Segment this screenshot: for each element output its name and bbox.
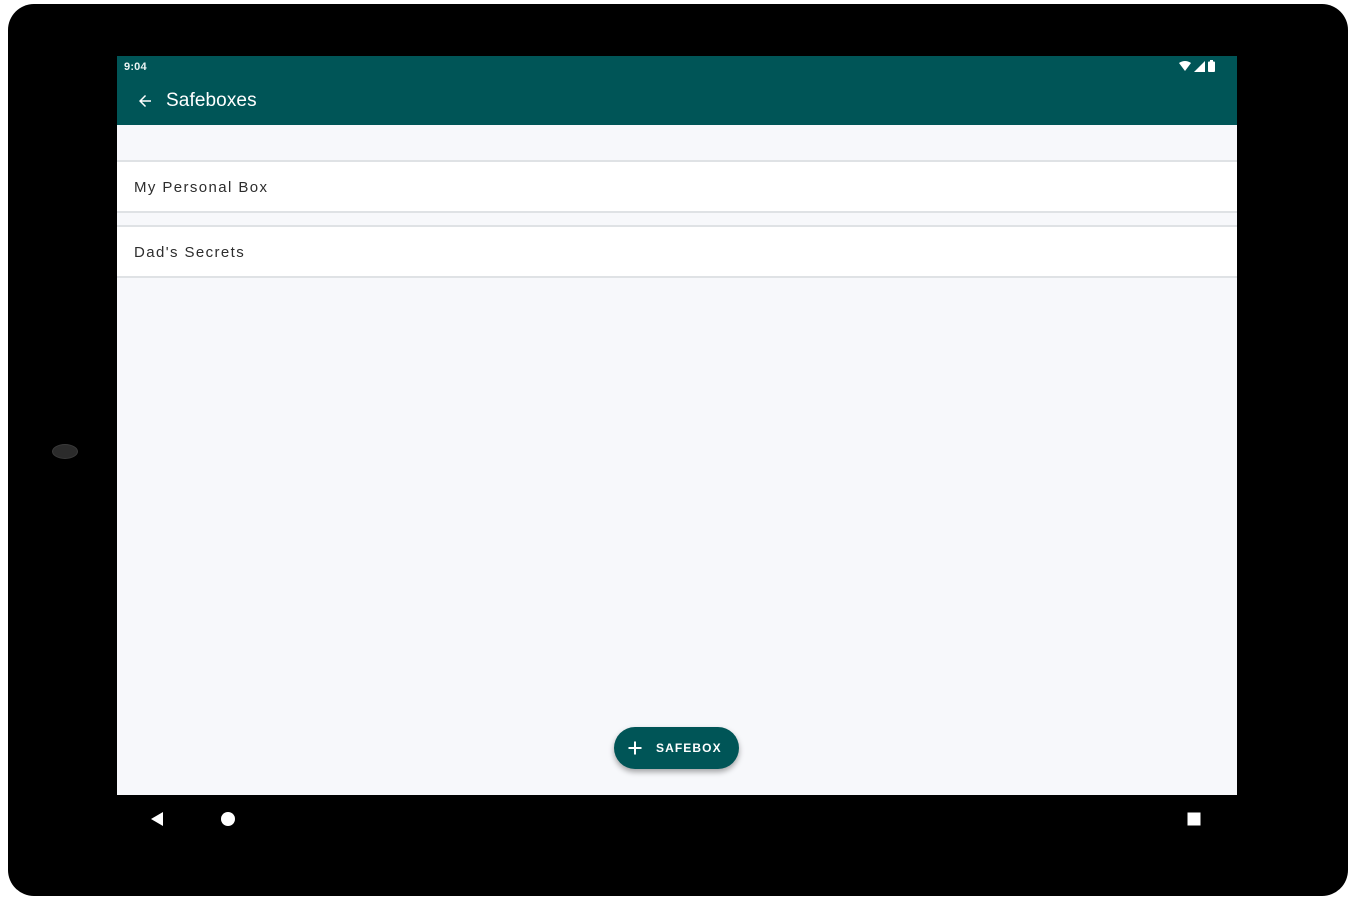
- battery-icon: [1208, 60, 1215, 72]
- add-safebox-button[interactable]: SAFEBOX: [614, 727, 739, 769]
- safebox-list: My Personal Box Dad's Secrets: [117, 160, 1237, 278]
- nav-home-icon: [221, 812, 235, 826]
- safebox-item[interactable]: My Personal Box: [117, 160, 1237, 213]
- front-camera: [52, 444, 78, 459]
- app-screen: 9:04 Safeboxes My Personal Box Dad's Sec…: [117, 56, 1237, 795]
- safebox-label: Dad's Secrets: [134, 244, 246, 261]
- safebox-label: My Personal Box: [134, 179, 269, 196]
- system-navigation-bar: [117, 795, 1237, 843]
- app-bar: Safeboxes: [117, 78, 1237, 125]
- add-safebox-label: SAFEBOX: [656, 741, 722, 755]
- system-back-button[interactable]: [145, 807, 169, 831]
- status-icons: [1179, 60, 1215, 72]
- nav-back-icon: [151, 812, 163, 826]
- status-time: 9:04: [124, 61, 147, 73]
- nav-recents-icon: [1187, 812, 1201, 826]
- system-recents-button[interactable]: [1182, 807, 1206, 831]
- system-home-button[interactable]: [216, 807, 240, 831]
- status-bar: 9:04: [117, 56, 1237, 78]
- arrow-back-icon: [139, 95, 151, 107]
- wifi-icon: [1179, 60, 1191, 71]
- cellular-signal-icon: [1194, 60, 1205, 72]
- back-button[interactable]: [133, 89, 157, 113]
- plus-icon: [628, 741, 642, 755]
- page-title: Safeboxes: [166, 90, 257, 111]
- safebox-item[interactable]: Dad's Secrets: [117, 225, 1237, 278]
